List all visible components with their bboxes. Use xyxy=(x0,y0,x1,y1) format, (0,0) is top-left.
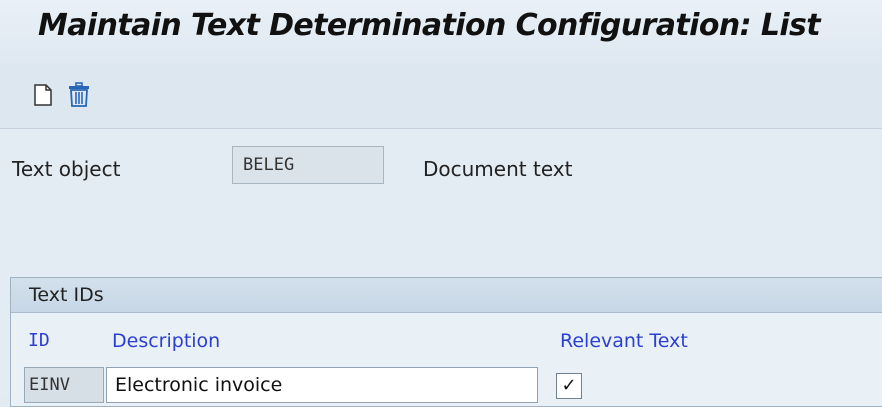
row-description-input[interactable]: Electronic invoice xyxy=(106,367,538,403)
trash-icon xyxy=(67,82,91,108)
title-bar: Maintain Text Determination Configuratio… xyxy=(0,0,882,64)
column-header-description[interactable]: Description xyxy=(112,330,220,352)
column-header-relevant-text[interactable]: Relevant Text xyxy=(560,330,688,352)
relevant-text-checkbox[interactable]: ✓ xyxy=(556,373,582,399)
page-title: Maintain Text Determination Configuratio… xyxy=(38,8,821,43)
delete-button[interactable] xyxy=(64,80,94,110)
text-object-field: BELEG xyxy=(232,146,384,184)
text-ids-group-header: Text IDs xyxy=(11,278,882,313)
column-header-id[interactable]: ID xyxy=(28,330,50,351)
new-document-icon xyxy=(33,83,53,107)
text-ids-group-title: Text IDs xyxy=(29,284,104,306)
text-object-label: Text object xyxy=(12,157,121,181)
application-toolbar xyxy=(0,64,882,129)
new-entry-button[interactable] xyxy=(28,80,58,110)
row-id-cell: EINV xyxy=(24,367,104,403)
text-object-description: Document text xyxy=(423,157,573,181)
